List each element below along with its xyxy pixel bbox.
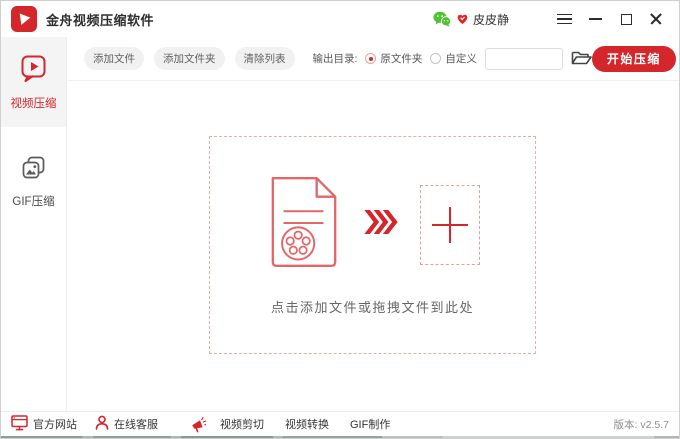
browse-folder-button[interactable]: [571, 49, 592, 69]
online-support-link[interactable]: 在线客服: [95, 415, 158, 433]
sidebar: 视频压缩 GIF压缩: [1, 37, 67, 411]
radio-original-folder[interactable]: 原文件夹: [365, 51, 422, 66]
menu-button[interactable]: [555, 10, 573, 28]
maximize-button[interactable]: [617, 10, 635, 28]
official-site-link[interactable]: 官方网站: [11, 415, 77, 434]
file-dropzone[interactable]: 点击添加文件或拖拽文件到此处: [209, 136, 536, 354]
sidebar-item-video-compress[interactable]: 视频压缩: [1, 37, 66, 127]
radio-custom-label: 自定义: [445, 51, 477, 66]
start-compress-button[interactable]: 开始压缩: [592, 46, 676, 72]
account-area: 皮皮静: [433, 11, 509, 28]
username[interactable]: 皮皮静: [473, 11, 509, 28]
dropzone-graphic: [266, 174, 480, 275]
folder-open-icon: [571, 49, 592, 69]
add-file-button[interactable]: 添加文件: [84, 47, 144, 70]
app-logo-icon: [11, 6, 37, 32]
sidebar-item-gif-compress[interactable]: GIF压缩: [1, 143, 66, 221]
video-compress-icon: [20, 54, 47, 87]
footer: 官方网站 在线客服 视频剪切 视频转换 GIF制作 版本: v2.5.7: [1, 411, 680, 436]
add-target-box[interactable]: [420, 185, 480, 265]
radio-custom[interactable]: 自定义: [430, 51, 477, 66]
app-window: 金舟视频压缩软件 皮皮静: [0, 0, 680, 439]
vip-badge-icon: [456, 13, 469, 25]
radio-unselected-icon[interactable]: [430, 53, 441, 64]
toolbar: 添加文件 添加文件夹 清除列表 输出目录: 原文件夹 自定义 开始压缩: [68, 37, 680, 81]
radio-selected-icon[interactable]: [365, 53, 376, 64]
version-label: 版本: v2.5.7: [614, 417, 669, 432]
sidebar-item-label: GIF压缩: [12, 193, 54, 209]
fast-forward-icon: [364, 210, 398, 239]
gif-maker-link[interactable]: GIF制作: [350, 416, 390, 432]
radio-original-folder-label: 原文件夹: [380, 51, 422, 66]
online-support-label: 在线客服: [114, 416, 158, 432]
sidebar-item-label: 视频压缩: [11, 95, 57, 111]
dropzone-hint: 点击添加文件或拖拽文件到此处: [271, 297, 474, 316]
close-button[interactable]: [647, 10, 665, 28]
main-area: 点击添加文件或拖拽文件到此处: [68, 81, 680, 411]
plus-icon: [432, 207, 468, 243]
gif-compress-icon: [21, 155, 46, 185]
video-convert-link[interactable]: 视频转换: [285, 416, 329, 432]
video-cut-link[interactable]: 视频剪切: [220, 416, 264, 432]
video-file-icon: [266, 174, 342, 275]
add-folder-button[interactable]: 添加文件夹: [154, 47, 225, 70]
megaphone-icon: [190, 416, 207, 433]
monitor-icon: [11, 415, 28, 434]
official-site-label: 官方网站: [33, 416, 77, 432]
output-path-input[interactable]: [485, 48, 563, 70]
output-dir-label: 输出目录:: [313, 51, 358, 66]
wechat-icon[interactable]: [433, 11, 451, 27]
minimize-button[interactable]: [586, 10, 604, 28]
app-title: 金舟视频压缩软件: [46, 10, 154, 29]
titlebar: 金舟视频压缩软件 皮皮静: [1, 1, 679, 37]
clear-list-button[interactable]: 清除列表: [235, 47, 295, 70]
support-person-icon: [95, 415, 109, 433]
